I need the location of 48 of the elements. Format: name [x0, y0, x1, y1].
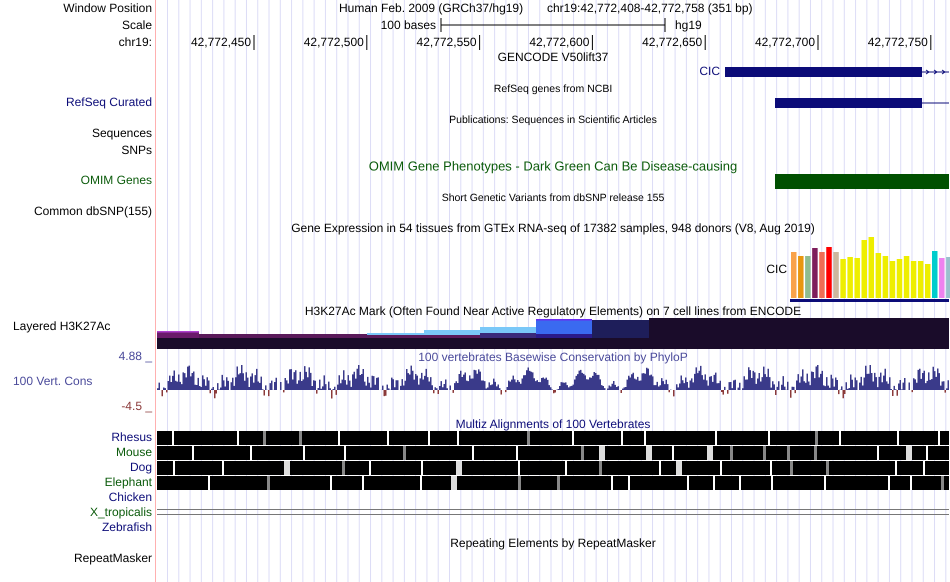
row-label: chr19:: [118, 35, 152, 50]
assembly-text: Human Feb. 2009 (GRCh37/hg19): [339, 1, 524, 16]
track-title: Repeating Elements by RepeatMasker: [450, 536, 656, 550]
track-label: Sequences: [92, 126, 152, 140]
track-title: OMIM Gene Phenotypes - Dark Green Can Be Disease-causing: [368, 158, 738, 174]
track-label: Layered H3K27Ac: [13, 319, 110, 334]
species-label: Zebrafish: [102, 520, 152, 534]
track-title: Publications: Sequences in Scientific Articles: [449, 114, 657, 126]
track-title: H3K27Ac Mark (Often Found Near Active Regulatory Elements) on 7 cell lines from ENCODE: [304, 304, 802, 318]
track-title: Gene Expression in 54 tissues from GTEx RNA-seq of 17382 samples, 948 donors (V8, Aug 2019): [291, 221, 815, 236]
ruler-tick-label: 42,772,650: [642, 35, 702, 50]
ruler-tick-label: 42,772,750: [868, 35, 928, 50]
track-title: Short Genetic Variants from dbSNP release 155: [442, 192, 664, 204]
ruler-tick: [930, 34, 932, 50]
ruler-tick: [479, 34, 480, 50]
species-label: Elephant: [104, 475, 152, 490]
ruler-tick-label: 42,772,700: [754, 35, 815, 50]
position-text: chr19:42,772,408-42,772,758 (351 bp): [547, 1, 752, 16]
row-label: Window Position: [63, 1, 152, 16]
axis-label: 4.88 _: [118, 349, 152, 364]
track-label: OMIM Genes: [80, 173, 152, 188]
track-label: RefSeq Curated: [66, 95, 152, 110]
track-title: RefSeq genes from NCBI: [494, 82, 612, 95]
database-label: hg19: [675, 18, 702, 32]
axis-label: -4.5 _: [121, 399, 152, 414]
species-label: Mouse: [116, 445, 152, 460]
scale-bar-label: 100 bases: [380, 18, 436, 32]
ruler-tick: [366, 34, 368, 50]
ruler-tick-label: 42,772,450: [190, 35, 251, 50]
species-label: Rhesus: [111, 430, 152, 444]
ruler-tick: [592, 34, 593, 50]
gene-label: CIC: [766, 262, 787, 276]
track-title: GENCODE V50lift37: [498, 50, 608, 64]
track-label: 100 Vert. Cons: [13, 374, 92, 388]
gene-label: CIC: [699, 64, 720, 78]
row-label: Scale: [122, 18, 152, 32]
track-label: Common dbSNP(155): [34, 204, 152, 218]
species-label: Dog: [130, 460, 152, 474]
ruler-tick-label: 42,772,600: [529, 35, 590, 50]
ruler-tick-label: 42,772,500: [304, 35, 364, 50]
ruler-tick-label: 42,772,550: [416, 35, 477, 50]
ruler-tick: [704, 34, 706, 50]
track-title: 100 vertebrates Basewise Conservation by PhyloP: [418, 350, 688, 364]
track-label: RepeatMasker: [74, 551, 152, 566]
track-title: Multiz Alignments of 100 Vertebrates: [456, 417, 650, 432]
track-label: SNPs: [121, 143, 152, 158]
species-label: X_tropicalis: [90, 505, 152, 520]
species-label: Chicken: [108, 490, 152, 504]
